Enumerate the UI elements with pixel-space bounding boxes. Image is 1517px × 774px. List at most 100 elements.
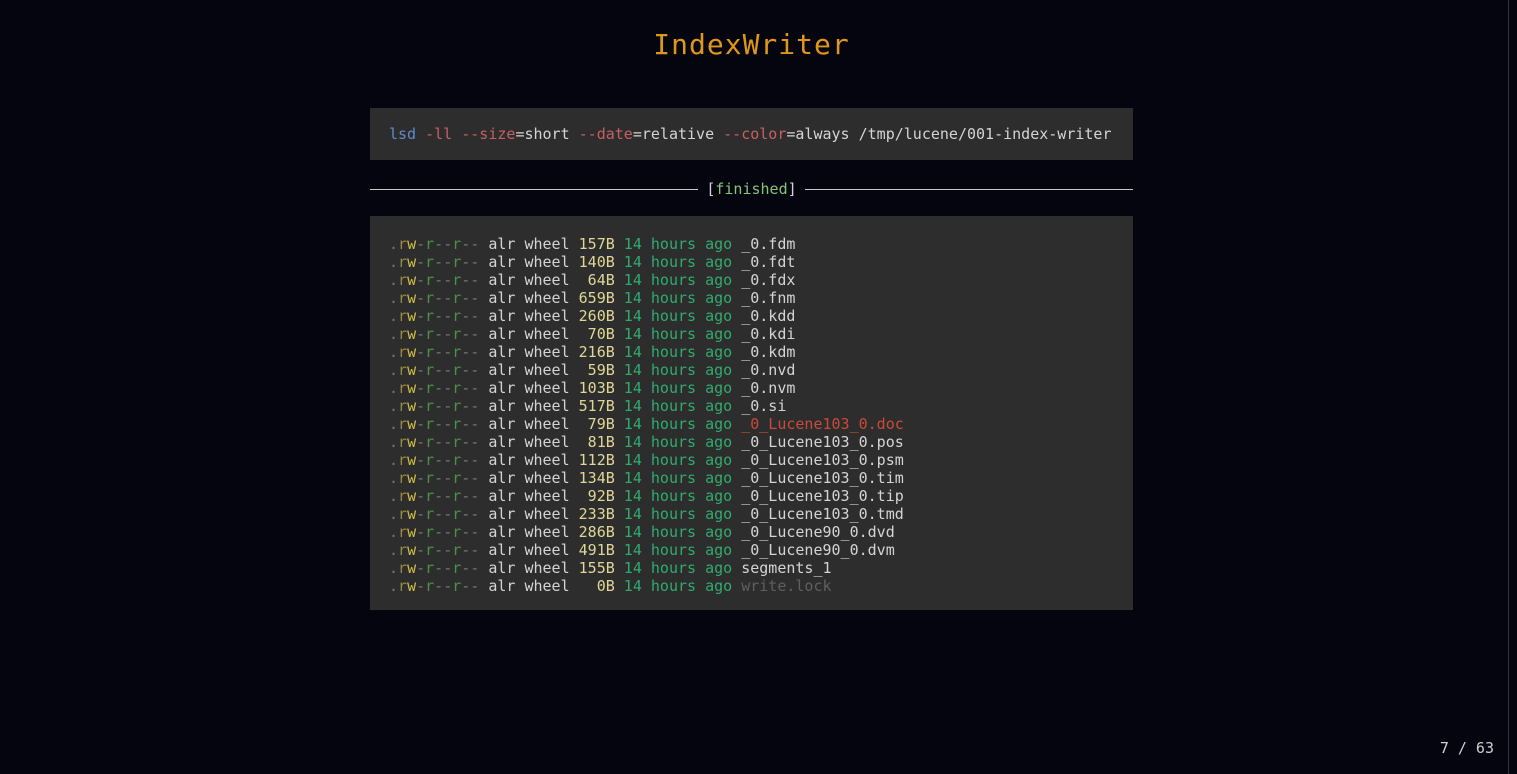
file-name: _0.si [732,397,787,415]
permission-char: w [407,559,417,577]
permission-char: w [407,289,417,307]
file-owner: alr [479,469,516,487]
permission-char: r [398,397,408,415]
permission-char: - [434,325,444,343]
permission-char: - [461,253,471,271]
permission-char: - [470,235,480,253]
command-line: lsd -ll --size=short --date=relative --c… [389,125,1112,143]
file-size: 134B [569,469,615,487]
permission-char: r [425,397,435,415]
file-date: 14 hours ago [614,325,733,343]
file-name: _0_Lucene90_0.dvm [732,541,895,559]
file-group: wheel [515,451,570,469]
permission-char: r [425,379,435,397]
file-group: wheel [515,469,570,487]
permission-char: - [416,271,426,289]
permission-char: w [407,361,417,379]
command-segment: lsd [389,125,417,143]
file-row: .rw-r--r-- alr wheel 70B 14 hours ago _0… [389,325,1133,343]
permission-char: - [443,433,453,451]
file-date: 14 hours ago [614,343,733,361]
status-separator: [finished] [370,180,1133,198]
file-size: 92B [569,487,615,505]
file-name: _0_Lucene103_0.tip [732,487,904,505]
permission-char: r [425,271,435,289]
permission-char: - [443,505,453,523]
file-owner: alr [479,577,516,595]
command-output-box: .rw-r--r-- alr wheel 157B 14 hours ago _… [370,216,1133,610]
permission-char: - [416,235,426,253]
permission-char: r [452,307,462,325]
permission-char: . [389,469,399,487]
file-name: _0.fdt [732,253,796,271]
file-owner: alr [479,505,516,523]
window-edge-line [1508,0,1509,774]
file-listing: .rw-r--r-- alr wheel 157B 14 hours ago _… [389,235,1133,595]
permission-char: r [452,361,462,379]
file-date: 14 hours ago [614,307,733,325]
file-owner: alr [479,361,516,379]
file-row: .rw-r--r-- alr wheel 134B 14 hours ago _… [389,469,1133,487]
permission-char: r [425,289,435,307]
permission-char: - [434,379,444,397]
permission-char: - [461,415,471,433]
permission-char: - [443,451,453,469]
permission-char: - [461,361,471,379]
permission-char: . [389,559,399,577]
file-group: wheel [515,559,570,577]
file-owner: alr [479,397,516,415]
file-group: wheel [515,505,570,523]
permission-char: r [398,307,408,325]
file-group: wheel [515,577,570,595]
permission-char: - [443,577,453,595]
permission-char: - [443,307,453,325]
permission-char: . [389,325,399,343]
command-segment [416,125,425,143]
permission-char: - [443,469,453,487]
permission-char: . [389,577,399,595]
permission-char: - [416,379,426,397]
permission-char: w [407,253,417,271]
permission-char: r [425,541,435,559]
permission-char: . [389,451,399,469]
permission-char: w [407,379,417,397]
permission-char: . [389,361,399,379]
permission-char: - [443,379,453,397]
permission-char: - [461,523,471,541]
permission-char: - [416,541,426,559]
file-owner: alr [479,523,516,541]
permission-char: - [443,343,453,361]
file-group: wheel [515,289,570,307]
file-size: 260B [569,307,615,325]
file-row: .rw-r--r-- alr wheel 659B 14 hours ago _… [389,289,1133,307]
permission-char: - [434,433,444,451]
permission-char: . [389,307,399,325]
file-row: .rw-r--r-- alr wheel 81B 14 hours ago _0… [389,433,1133,451]
permission-char: r [425,559,435,577]
permission-char: . [389,415,399,433]
permission-char: - [416,361,426,379]
permission-char: r [398,523,408,541]
permission-char: . [389,505,399,523]
command-segment: --date [578,125,633,143]
file-date: 14 hours ago [614,415,733,433]
permission-char: - [416,307,426,325]
permission-char: - [461,559,471,577]
permission-char: r [398,559,408,577]
file-row: .rw-r--r-- alr wheel 260B 14 hours ago _… [389,307,1133,325]
permission-char: - [443,271,453,289]
permission-char: - [470,343,480,361]
permission-char: r [452,433,462,451]
permission-char: r [452,577,462,595]
file-owner: alr [479,289,516,307]
permission-char: r [452,271,462,289]
permission-char: - [416,505,426,523]
permission-char: - [434,469,444,487]
permission-char: - [470,523,480,541]
permission-char: w [407,235,417,253]
permission-char: r [398,577,408,595]
file-size: 491B [569,541,615,559]
file-owner: alr [479,541,516,559]
permission-char: r [398,253,408,271]
permission-char: r [425,415,435,433]
